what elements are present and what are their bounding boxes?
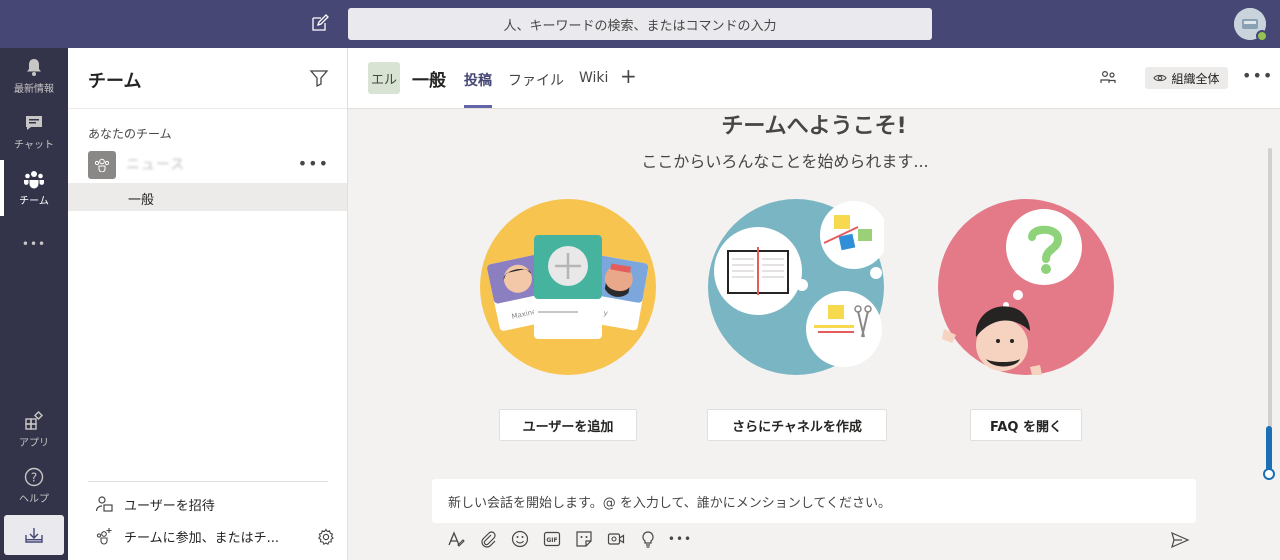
tab-posts[interactable]: 投稿 [464, 70, 492, 90]
join-create-team-button[interactable]: チームに参加、またはチ... [94, 524, 279, 548]
compose-icon[interactable] [309, 12, 331, 34]
welcome-subtitle: ここからいろんなことを始められます... [641, 152, 929, 171]
app-rail: 最新情報 チャット チーム ••• アプリ ? ヘルプ [0, 48, 68, 560]
org-wide-label: 組織全体 [1171, 71, 1220, 86]
attach-icon[interactable] [478, 529, 498, 549]
divider [88, 481, 328, 482]
team-name: ニュース [126, 157, 186, 173]
svg-text:?: ? [31, 471, 37, 485]
gear-icon[interactable] [317, 528, 335, 546]
rail-item-activity[interactable]: 最新情報 [0, 48, 68, 104]
team-members-icon[interactable] [1098, 68, 1118, 88]
add-tab-icon[interactable]: + [620, 64, 637, 88]
rail-item-teams[interactable]: チーム [0, 160, 68, 216]
create-channels-illustration [708, 199, 884, 375]
download-app-button[interactable] [4, 515, 64, 555]
emoji-icon[interactable] [510, 529, 530, 549]
channel-avatar: エル [368, 62, 400, 94]
presence-status-icon [1256, 30, 1268, 42]
rail-label: チャット [14, 140, 54, 151]
teams-icon [24, 171, 44, 189]
praise-icon[interactable] [638, 529, 658, 549]
rail-item-apps[interactable]: アプリ [0, 402, 68, 458]
compose-toolbar: GIF ••• [446, 529, 702, 549]
user-avatar[interactable] [1234, 8, 1268, 42]
rail-item-help[interactable]: ? ヘルプ [0, 458, 68, 514]
download-icon [25, 528, 43, 543]
channel-title: 一般 [412, 71, 446, 91]
faq-illustration [938, 199, 1114, 375]
team-avatar [88, 151, 116, 179]
join-team-label: チームに参加、またはチ... [124, 530, 280, 546]
rail-label: ヘルプ [19, 494, 49, 505]
team-icon [94, 158, 110, 172]
channel-name: 一般 [128, 193, 155, 208]
scrollbar-handle[interactable] [1263, 468, 1275, 480]
channel-item-general[interactable]: 一般 [68, 183, 347, 211]
join-team-icon [94, 526, 114, 546]
teams-panel-title: チーム [88, 71, 142, 92]
rail-label: アプリ [19, 438, 49, 449]
top-bar: 人、キーワードの検索、またはコマンドの入力 [0, 0, 1280, 48]
rail-label: 最新情報 [14, 84, 54, 95]
more-options-icon[interactable]: ••• [668, 529, 691, 549]
search-input[interactable]: 人、キーワードの検索、またはコマンドの入力 [348, 8, 932, 40]
bell-icon [27, 59, 41, 76]
chat-icon [26, 116, 42, 130]
create-channels-button[interactable]: さらにチャネルを作成 [707, 409, 887, 441]
more-options-icon[interactable]: ••• [298, 154, 329, 173]
add-users-illustration: Maxine y [480, 199, 656, 375]
main-content: エル 一般 投稿 ファイル Wiki + 組織全体 ••• チームへようこそ! … [348, 48, 1280, 560]
teams-panel: チーム あなたのチーム ニュース ••• 一般 ユーザーを招待 チームに参加、ま… [68, 48, 348, 560]
sticker-icon[interactable] [574, 529, 594, 549]
tab-wiki[interactable]: Wiki [579, 70, 608, 86]
section-label: あなたのチーム [88, 127, 172, 141]
invite-users-button[interactable]: ユーザーを招待 [94, 492, 215, 516]
tab-files[interactable]: ファイル [508, 70, 564, 90]
apps-icon [25, 411, 44, 430]
rail-item-more[interactable]: ••• [0, 216, 68, 272]
invite-user-icon [94, 494, 114, 514]
gif-icon[interactable]: GIF [542, 529, 562, 549]
add-users-button[interactable]: ユーザーを追加 [499, 409, 637, 441]
open-faq-button[interactable]: FAQ を開く [970, 409, 1082, 441]
channel-header: エル 一般 投稿 ファイル Wiki + 組織全体 ••• [348, 48, 1280, 109]
meet-now-icon[interactable] [606, 529, 626, 549]
rail-item-chat[interactable]: チャット [0, 104, 68, 160]
welcome-title: チームへようこそ! [721, 114, 907, 139]
send-icon[interactable] [1170, 530, 1190, 550]
compose-message-input[interactable]: 新しい会話を開始します。@ を入力して、誰かにメンションしてください。 [432, 479, 1196, 523]
filter-icon[interactable] [309, 68, 329, 88]
help-icon: ? [24, 467, 44, 487]
compose-placeholder: 新しい会話を開始します。@ を入力して、誰かにメンションしてください。 [448, 495, 892, 511]
rail-label: チーム [19, 196, 49, 207]
svg-text:GIF: GIF [546, 537, 557, 544]
eye-icon [1153, 74, 1168, 82]
more-options-icon[interactable]: ••• [1242, 66, 1273, 85]
format-icon[interactable] [446, 529, 466, 549]
teams-panel-header: チーム [68, 48, 347, 109]
team-item[interactable]: ニュース ••• [68, 148, 347, 182]
invite-users-label: ユーザーを招待 [124, 498, 215, 514]
more-icon: ••• [21, 237, 47, 251]
org-wide-button[interactable]: 組織全体 [1145, 67, 1228, 89]
